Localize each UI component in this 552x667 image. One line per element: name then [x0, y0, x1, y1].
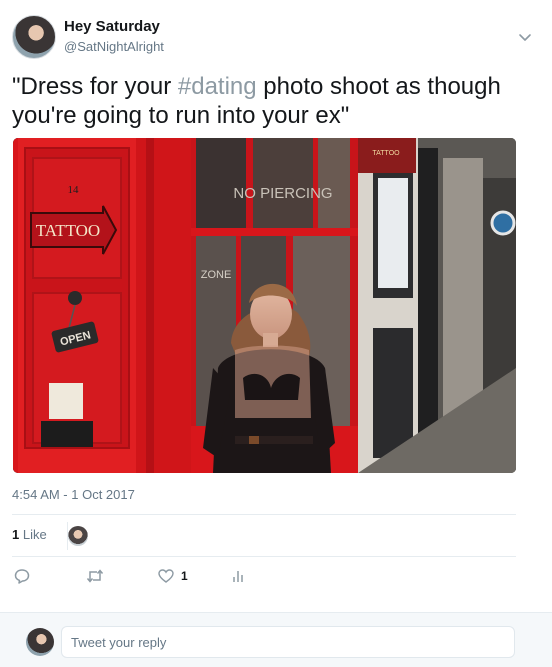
tweet-text: "Dress for your #dating photo shoot as t…	[12, 72, 532, 130]
tweet-photo[interactable]: TATTOO 14 TATTOO OPEN NO PIERCING ZONE	[13, 138, 516, 473]
chevron-down-icon[interactable]	[516, 28, 534, 46]
reply-button[interactable]	[14, 566, 30, 586]
like-action-count: 1	[181, 569, 188, 583]
likes-row: 1 Like	[12, 516, 516, 556]
door-number: 14	[68, 184, 80, 196]
liker-avatar[interactable]	[68, 526, 88, 546]
author-avatar[interactable]	[12, 15, 56, 59]
tweet-header: Hey Saturday @SatNightAlright	[12, 15, 542, 59]
like-count[interactable]: 1 Like	[12, 527, 47, 542]
reply-icon	[14, 568, 30, 584]
divider	[12, 514, 516, 515]
retweet-icon	[86, 568, 104, 584]
analytics-icon	[232, 568, 244, 584]
author-display-name[interactable]: Hey Saturday	[64, 17, 164, 37]
window-sign: NO PIERCING	[233, 185, 332, 202]
tweet-card: Hey Saturday @SatNightAlright "Dress for…	[0, 0, 552, 612]
like-icon	[158, 568, 174, 584]
current-user-avatar[interactable]	[26, 628, 54, 656]
like-button[interactable]: 1	[158, 566, 188, 586]
reply-bar	[0, 612, 552, 667]
shop-sign-text: TATTOO	[372, 150, 400, 157]
like-count-label: Like	[19, 527, 47, 542]
author-names[interactable]: Hey Saturday @SatNightAlright	[64, 17, 164, 56]
retweet-button[interactable]	[86, 566, 104, 586]
tweet-timestamp[interactable]: 4:54 AM - 1 Oct 2017	[12, 487, 135, 502]
window-sign-2: ZONE	[201, 269, 232, 281]
analytics-button[interactable]	[232, 566, 244, 586]
author-handle[interactable]: @SatNightAlright	[64, 38, 164, 56]
tweet-actions: 1	[12, 566, 312, 586]
divider	[12, 556, 516, 557]
tattoo-sign: TATTOO	[36, 221, 100, 240]
hashtag-link[interactable]: #dating	[178, 73, 257, 100]
reply-input[interactable]	[61, 626, 515, 658]
tweet-text-start: "Dress for your	[12, 73, 178, 100]
